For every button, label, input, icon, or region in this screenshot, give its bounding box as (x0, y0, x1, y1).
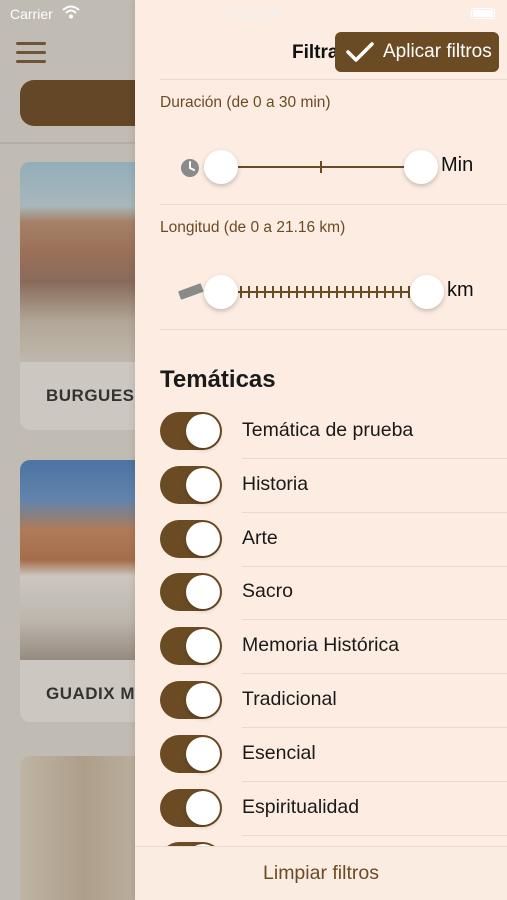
theme-label: Tradicional (242, 688, 337, 710)
distance-tick (328, 286, 330, 298)
filter-drawer: Filtra Aplicar filtros Duración (de 0 a … (135, 0, 507, 900)
theme-row: Arte (160, 513, 507, 567)
distance-min-handle[interactable] (204, 275, 238, 309)
themes-heading: Temáticas (160, 366, 276, 393)
theme-row: Historia (160, 459, 507, 513)
divider (160, 79, 507, 80)
theme-label: Sacro (242, 580, 293, 603)
theme-label: Memoria Histórica (242, 634, 400, 657)
theme-label: Espiritualidad (242, 795, 360, 818)
distance-tick (240, 286, 242, 298)
theme-row: Espiritualidad (160, 782, 507, 836)
distance-tick (304, 286, 306, 298)
distance-tick (392, 286, 394, 298)
distance-tick (400, 286, 402, 298)
distance-tick (368, 286, 370, 298)
duration-track (238, 166, 408, 168)
duration-max-handle[interactable] (404, 150, 438, 184)
theme-toggle[interactable] (160, 627, 222, 666)
distance-max-handle[interactable] (410, 275, 444, 309)
distance-tick (312, 286, 314, 298)
theme-label: Arte (242, 526, 278, 549)
distance-tick (352, 286, 354, 298)
duration-min-handle[interactable] (204, 150, 238, 184)
apply-filters-button[interactable]: Aplicar filtros (335, 32, 499, 72)
clock-icon (181, 159, 199, 177)
apply-filters-label: Aplicar filtros (383, 41, 492, 62)
theme-row: Temática de prueba (160, 405, 507, 459)
clear-filters-button[interactable]: Limpiar filtros (263, 862, 379, 885)
divider (160, 329, 507, 330)
distance-tick (296, 286, 298, 298)
theme-row: Esencial (160, 728, 507, 782)
theme-toggle[interactable] (160, 788, 222, 827)
distance-tick (288, 286, 290, 298)
divider (160, 204, 507, 205)
distance-label: Longitud (de 0 a 21.16 km) (160, 219, 346, 236)
ruler-icon (178, 283, 204, 300)
checkmark-icon (346, 42, 374, 62)
theme-row: Tradicional (160, 674, 507, 728)
battery-icon (471, 8, 495, 19)
drawer-footer: Limpiar filtros (135, 846, 507, 900)
theme-label: Historia (242, 472, 309, 495)
theme-toggle[interactable] (160, 734, 222, 773)
distance-tick (264, 286, 266, 298)
duration-slider[interactable]: Min (160, 142, 500, 192)
duration-midpoint-tick (320, 161, 322, 173)
distance-unit: km (447, 279, 474, 301)
drawer-title: Filtra (292, 42, 339, 63)
theme-row: Sacro (160, 566, 507, 621)
distance-tick (336, 286, 338, 298)
theme-toggle[interactable] (160, 412, 222, 450)
status-bar: Carrier 6:33 AM (0, 0, 507, 28)
distance-tick (360, 286, 362, 298)
theme-row: Memoria Histórica (160, 620, 507, 675)
distance-tick (344, 286, 346, 298)
theme-label: Esencial (242, 741, 316, 764)
theme-toggle[interactable] (160, 465, 222, 504)
distance-tick (248, 286, 250, 298)
distance-tick (272, 286, 274, 298)
distance-tick (384, 286, 386, 298)
distance-tick (376, 286, 378, 298)
theme-toggle[interactable] (160, 573, 222, 612)
theme-toggle[interactable] (160, 681, 222, 719)
theme-toggle[interactable] (160, 519, 222, 558)
distance-slider[interactable]: km (160, 267, 500, 317)
distance-tick (280, 286, 282, 298)
clock-time: 6:33 AM (226, 6, 281, 22)
duration-unit: Min (441, 154, 474, 176)
duration-label: Duración (de 0 a 30 min) (160, 94, 331, 111)
distance-tick (256, 286, 258, 298)
theme-label: Temática de prueba (242, 419, 414, 441)
distance-tick (320, 286, 322, 298)
